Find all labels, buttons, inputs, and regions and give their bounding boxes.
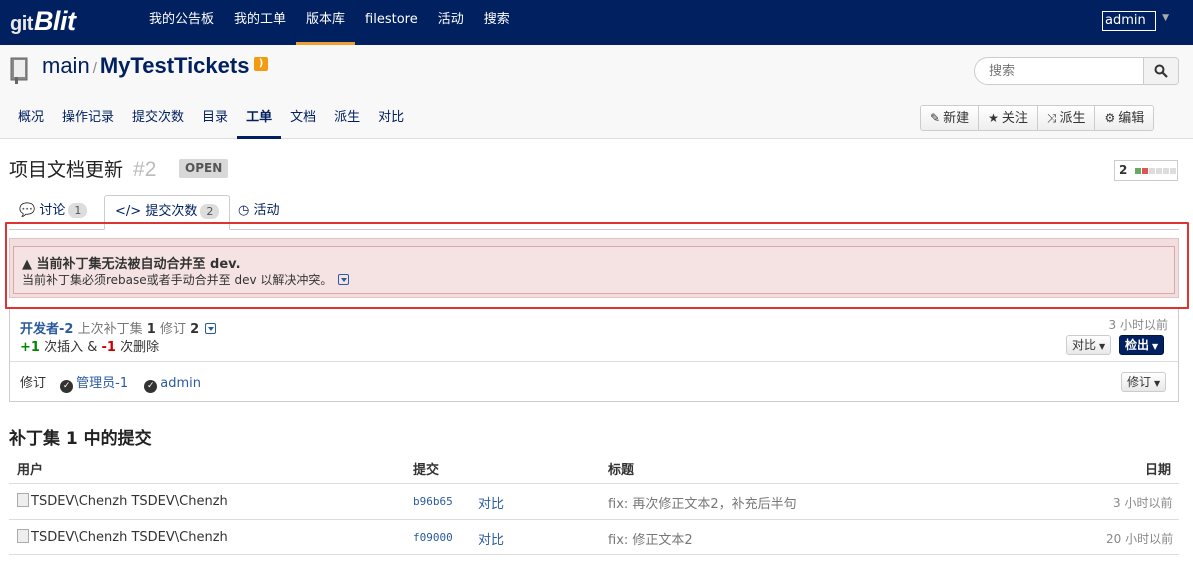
ticket-number: #2: [133, 158, 157, 181]
highlight-frame: [5, 222, 1189, 309]
count-badge: 1: [68, 203, 88, 218]
status-badge: OPEN: [179, 159, 229, 178]
column-header-commit: 提交: [413, 463, 440, 478]
top-navbar: gitBlit 我的公告板 我的工单 版本库 filestore 活动 搜索 a…: [0, 0, 1193, 45]
approve-check-icon: ✓: [144, 380, 158, 393]
star-icon: ★: [988, 111, 999, 125]
checkout-dropdown-button[interactable]: 检出 ▼: [1119, 335, 1165, 355]
search-input[interactable]: [975, 58, 1143, 84]
commit-author: TSDEV\Chenzh TSDEV\Chenzh: [17, 529, 228, 545]
review-row: 修订 ✓ 管理员-1 ✓ admin: [20, 376, 201, 393]
chevron-down-icon: ▼: [1099, 342, 1106, 351]
code-icon: </>: [115, 204, 142, 219]
compare-link[interactable]: 对比: [478, 493, 504, 512]
commit-subject[interactable]: fix: 再次修正文本2，补充后半句: [608, 493, 797, 512]
avatar: [17, 529, 29, 543]
subnav-compare[interactable]: 对比: [369, 103, 413, 139]
chevron-down-icon: ▼: [1152, 342, 1159, 351]
avatar: [17, 493, 29, 507]
patchset-menu-icon[interactable]: [205, 323, 217, 334]
diffstat: +1 次插入 & -1 次删除: [20, 340, 160, 355]
table-rule: [9, 519, 1179, 520]
patchset-time: 3 小时以前: [1108, 318, 1168, 332]
repository-book-icon: [10, 57, 28, 84]
repository-header: main/MyTestTickets ) 概况 操作记录 提交次数 目录 工单 …: [0, 45, 1193, 139]
repository-subnav: 概况 操作记录 提交次数 目录 工单 文档 派生 对比: [9, 103, 413, 139]
subnav-reflog[interactable]: 操作记录: [53, 103, 123, 139]
fork-button[interactable]: ⤨ 派生: [1037, 106, 1096, 130]
nav-my-tickets[interactable]: 我的工单: [224, 0, 296, 45]
compare-link[interactable]: 对比: [478, 529, 504, 548]
commit-date: 20 小时以前: [1106, 532, 1174, 546]
subnav-commits[interactable]: 提交次数: [123, 103, 193, 139]
shuffle-icon: ⤨: [1046, 111, 1057, 125]
watch-button[interactable]: ★ 关注: [979, 106, 1038, 130]
commit-author: TSDEV\Chenzh TSDEV\Chenzh: [17, 493, 228, 509]
repository-actions: ✎ 新建 ★ 关注 ⤨ 派生 ⚙ 编辑: [920, 105, 1155, 131]
table-rule: [9, 554, 1179, 555]
commit-date: 3 小时以前: [1113, 496, 1173, 510]
nav-filestore[interactable]: filestore: [355, 0, 428, 45]
nav-repositories[interactable]: 版本库: [296, 0, 356, 45]
column-header-user: 用户: [17, 463, 44, 478]
chevron-down-icon[interactable]: ▼: [1162, 13, 1169, 23]
vote-count-widget[interactable]: 2: [1114, 160, 1178, 181]
reviewer-link[interactable]: admin: [160, 376, 201, 391]
chevron-down-icon: ▼: [1154, 379, 1161, 388]
search-icon: [1154, 64, 1168, 78]
edit-button[interactable]: ⚙ 编辑: [1095, 106, 1154, 130]
patchset-panel: 开发者-2 上次补丁集 1 修订 2 +1 次插入 & -1 次删除 3 小时以…: [9, 309, 1179, 402]
tag-icon: ✎: [930, 111, 941, 125]
commits-section-title: 补丁集 1 中的提交: [9, 429, 152, 449]
gitblit-logo[interactable]: gitBlit: [10, 6, 76, 36]
ticket-title: 项目文档更新 #2: [9, 158, 157, 181]
compare-dropdown-button[interactable]: 对比 ▼: [1066, 335, 1112, 355]
subnav-tree[interactable]: 目录: [193, 103, 237, 139]
subnav-tickets[interactable]: 工单: [237, 103, 282, 139]
column-header-date: 日期: [1145, 463, 1172, 478]
commit-subject[interactable]: fix: 修正文本2: [608, 529, 693, 548]
rss-feed-icon[interactable]: ): [254, 57, 268, 71]
patchset-author-line: 开发者-2 上次补丁集 1 修订 2: [20, 318, 217, 337]
clock-icon: ◷: [238, 203, 250, 218]
comments-icon: 💬: [19, 203, 36, 218]
approve-check-icon: ✓: [60, 380, 74, 393]
subnav-docs[interactable]: 文档: [281, 103, 325, 139]
new-ticket-button[interactable]: ✎ 新建: [921, 106, 980, 130]
gear-icon: ⚙: [1104, 111, 1116, 125]
repository-group-link[interactable]: main: [42, 53, 90, 78]
count-badge: 2: [200, 204, 220, 219]
author-link[interactable]: 开发者-2: [20, 322, 73, 337]
vote-bars: [1135, 168, 1177, 174]
commit-hash-link[interactable]: f09000: [413, 531, 453, 544]
subnav-forks[interactable]: 派生: [325, 103, 369, 139]
repository-name-link[interactable]: MyTestTickets: [100, 53, 250, 78]
nav-activity[interactable]: 活动: [428, 0, 474, 45]
nav-search[interactable]: 搜索: [474, 0, 520, 45]
review-dropdown-button[interactable]: 修订 ▼: [1121, 372, 1167, 392]
divider: [10, 361, 1178, 362]
column-header-subject: 标题: [608, 463, 635, 478]
table-rule: [9, 483, 1179, 484]
reviewer-link[interactable]: 管理员-1: [76, 376, 128, 391]
search-box: [974, 57, 1179, 85]
nav-dashboard[interactable]: 我的公告板: [139, 0, 224, 45]
repository-title: main / MyTestTickets: [42, 53, 250, 78]
commit-hash-link[interactable]: b96b65: [413, 495, 453, 508]
main-nav: 我的公告板 我的工单 版本库 filestore 活动 搜索: [139, 0, 520, 45]
subnav-summary[interactable]: 概况: [9, 103, 53, 139]
user-avatar[interactable]: admin: [1102, 11, 1156, 31]
search-button[interactable]: [1143, 58, 1178, 84]
